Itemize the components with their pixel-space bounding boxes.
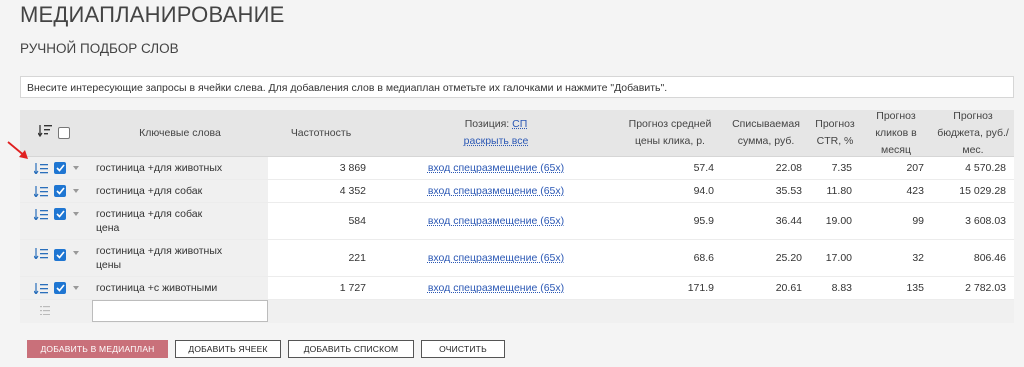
list-icon <box>40 305 50 318</box>
table-row: гостиница +с животными 1 727 вход спецра… <box>20 277 1014 300</box>
keyword-text: гостиница +для животных цены <box>96 245 223 271</box>
checkbox-checked-icon[interactable] <box>54 185 66 197</box>
header-ctr[interactable]: Прогноз CTR, % <box>810 110 860 156</box>
add-to-mediaplan-button[interactable]: ДОБАВИТЬ В МЕДИАПЛАН <box>27 340 168 358</box>
budget-value: 806.46 <box>932 240 1014 276</box>
position-select-link[interactable]: СП <box>512 118 527 130</box>
budget-value: 4 570.28 <box>932 157 1014 179</box>
info-message: Внесите интересующие запросы в ячейки сл… <box>20 76 1014 98</box>
ctr-value: 17.00 <box>810 240 860 276</box>
spend-value: 25.20 <box>722 240 810 276</box>
list-icon[interactable] <box>34 282 48 294</box>
checkbox-checked-icon[interactable] <box>54 208 66 220</box>
clicks-value: 135 <box>860 277 932 299</box>
frequency-value: 3 869 <box>268 157 374 179</box>
keywords-table: Ключевые слова Частотность Позиция: СП р… <box>20 110 1014 323</box>
header-budget[interactable]: Прогноз бюджета, руб./мес. <box>932 110 1014 156</box>
table-row: гостиница +для животных 3 869 вход спецр… <box>20 157 1014 180</box>
keyword-text: гостиница +для собак цена <box>96 208 203 234</box>
position-label: Позиция: <box>464 118 510 130</box>
spend-value: 22.08 <box>722 157 810 179</box>
table-row: гостиница +для собак 4 352 вход спецразм… <box>20 180 1014 203</box>
list-icon[interactable] <box>34 247 48 259</box>
keyword-text: гостиница +с животными <box>96 282 218 294</box>
clicks-value: 207 <box>860 157 932 179</box>
header-frequency[interactable]: Частотность <box>268 110 374 156</box>
spend-value: 36.44 <box>722 203 810 239</box>
clicks-value: 32 <box>860 240 932 276</box>
header-cpc[interactable]: Прогноз средней цены клика, р. <box>618 110 722 156</box>
position-link[interactable]: вход спецразмещение (65x) <box>428 252 564 264</box>
header-spend[interactable]: Списываемая сумма, руб. <box>722 110 810 156</box>
cpc-value: 171.9 <box>618 277 722 299</box>
position-link[interactable]: вход спецразмещение (65x) <box>428 162 564 174</box>
clicks-value: 99 <box>860 203 932 239</box>
frequency-value: 584 <box>268 203 374 239</box>
list-icon[interactable] <box>34 208 48 220</box>
budget-value: 3 608.03 <box>932 203 1014 239</box>
caret-down-icon[interactable] <box>73 286 79 290</box>
page-title: МЕДИАПЛАНИРОВАНИЕ <box>20 2 285 27</box>
cpc-value: 95.9 <box>618 203 722 239</box>
header-clicks[interactable]: Прогноз кликов в месяц <box>860 110 932 156</box>
spend-value: 35.53 <box>722 180 810 202</box>
caret-down-icon[interactable] <box>73 212 79 216</box>
budget-value: 15 029.28 <box>932 180 1014 202</box>
table-row: гостиница +для собак цена 584 вход спецра… <box>20 203 1014 240</box>
list-icon[interactable] <box>34 185 48 197</box>
position-link[interactable]: вход спецразмещение (65x) <box>428 215 564 227</box>
select-all-checkbox[interactable] <box>58 127 70 139</box>
position-link[interactable]: вход спецразмещение (65x) <box>428 282 564 294</box>
section-title: РУЧНОЙ ПОДБОР СЛОВ <box>20 41 179 56</box>
ctr-value: 11.80 <box>810 180 860 202</box>
frequency-value: 1 727 <box>268 277 374 299</box>
frequency-value: 4 352 <box>268 180 374 202</box>
header-position: Позиция: СП раскрыть все <box>374 110 618 156</box>
add-cells-button[interactable]: ДОБАВИТЬ ЯЧЕЕК <box>175 340 281 358</box>
header-keywords[interactable]: Ключевые слова <box>92 110 268 156</box>
caret-down-icon[interactable] <box>73 166 79 170</box>
checkbox-checked-icon[interactable] <box>54 249 66 261</box>
ctr-value: 7.35 <box>810 157 860 179</box>
checkbox-checked-icon[interactable] <box>54 282 66 294</box>
clicks-value: 423 <box>860 180 932 202</box>
add-list-button[interactable]: ДОБАВИТЬ СПИСКОМ <box>288 340 414 358</box>
ctr-value: 19.00 <box>810 203 860 239</box>
cpc-value: 94.0 <box>618 180 722 202</box>
new-keyword-row <box>20 300 1014 323</box>
keyword-text: гостиница +для животных <box>96 162 223 174</box>
keyword-text: гостиница +для собак <box>96 185 203 197</box>
caret-down-icon[interactable] <box>73 251 79 255</box>
new-keyword-input[interactable] <box>92 300 268 322</box>
checkbox-checked-icon[interactable] <box>54 162 66 174</box>
list-icon[interactable] <box>34 162 48 174</box>
expand-all-link[interactable]: раскрыть все <box>464 135 529 147</box>
sort-list-icon[interactable] <box>37 124 52 143</box>
position-link[interactable]: вход спецразмещение (65x) <box>428 185 564 197</box>
table-header: Ключевые слова Частотность Позиция: СП р… <box>20 110 1014 157</box>
spend-value: 20.61 <box>722 277 810 299</box>
budget-value: 2 782.03 <box>932 277 1014 299</box>
clear-button[interactable]: ОЧИСТИТЬ <box>421 340 505 358</box>
ctr-value: 8.83 <box>810 277 860 299</box>
frequency-value: 221 <box>268 240 374 276</box>
cpc-value: 68.6 <box>618 240 722 276</box>
table-row: гостиница +для животных цены 221 вход спе… <box>20 240 1014 277</box>
cpc-value: 57.4 <box>618 157 722 179</box>
caret-down-icon[interactable] <box>73 189 79 193</box>
